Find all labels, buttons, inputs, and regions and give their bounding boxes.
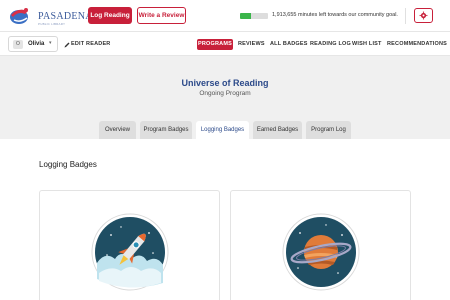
tab-earned-badges[interactable]: Earned Badges bbox=[253, 121, 302, 139]
reader-selector[interactable]: O Olivia ▾ bbox=[8, 36, 58, 52]
planet-icon bbox=[282, 213, 360, 291]
chevron-down-icon: ▾ bbox=[49, 40, 52, 46]
nav-reading-log[interactable]: READING LOG bbox=[310, 39, 351, 50]
program-status: Ongoing Program bbox=[199, 90, 251, 97]
program-hero: Universe of Reading Ongoing Program Over… bbox=[0, 56, 450, 139]
community-goal-progress bbox=[240, 13, 268, 19]
rocket-icon bbox=[91, 213, 169, 291]
tab-overview[interactable]: Overview bbox=[99, 121, 136, 139]
badge-card[interactable] bbox=[39, 190, 220, 300]
program-title: Universe of Reading bbox=[181, 78, 269, 88]
community-goal-text: 1,913,655 minutes left towards our commu… bbox=[272, 12, 398, 18]
community-goal-progress-fill bbox=[240, 13, 252, 19]
nav-reviews[interactable]: REVIEWS bbox=[238, 39, 265, 50]
nav-recommendations[interactable]: RECOMMENDATIONS bbox=[387, 39, 447, 50]
library-logo-icon bbox=[10, 8, 28, 24]
log-reading-button[interactable]: Log Reading bbox=[88, 7, 132, 24]
settings-button[interactable] bbox=[414, 8, 433, 23]
header-divider bbox=[405, 8, 406, 24]
logo-subtext: PUBLIC LIBRARY bbox=[38, 22, 66, 26]
top-header: PASADENA PUBLIC LIBRARY Log Reading Writ… bbox=[0, 0, 450, 32]
pencil-icon bbox=[64, 42, 70, 48]
nav-wish-list[interactable]: WISH LIST bbox=[352, 39, 382, 50]
reader-name: Olivia bbox=[28, 41, 45, 47]
nav-all-badges[interactable]: ALL BADGES bbox=[270, 39, 308, 50]
tab-program-log[interactable]: Program Log bbox=[306, 121, 351, 139]
write-review-button[interactable]: Write a Review bbox=[137, 7, 186, 24]
edit-reader-label: EDIT READER bbox=[71, 41, 111, 47]
gear-icon bbox=[419, 11, 428, 20]
nav-programs[interactable]: PROGRAMS bbox=[197, 39, 233, 50]
logo-text: PASADENA bbox=[38, 11, 93, 22]
badges-content: Logging Badges bbox=[0, 139, 450, 300]
secondary-nav: O Olivia ▾ EDIT READER PROGRAMS REVIEWS … bbox=[0, 32, 450, 56]
tab-logging-badges[interactable]: Logging Badges bbox=[196, 121, 249, 139]
reader-avatar: O bbox=[13, 40, 23, 49]
tab-program-badges[interactable]: Program Badges bbox=[140, 121, 192, 139]
badge-card[interactable] bbox=[230, 190, 411, 300]
section-title: Logging Badges bbox=[39, 160, 97, 169]
library-logo[interactable]: PASADENA PUBLIC LIBRARY bbox=[8, 5, 93, 27]
